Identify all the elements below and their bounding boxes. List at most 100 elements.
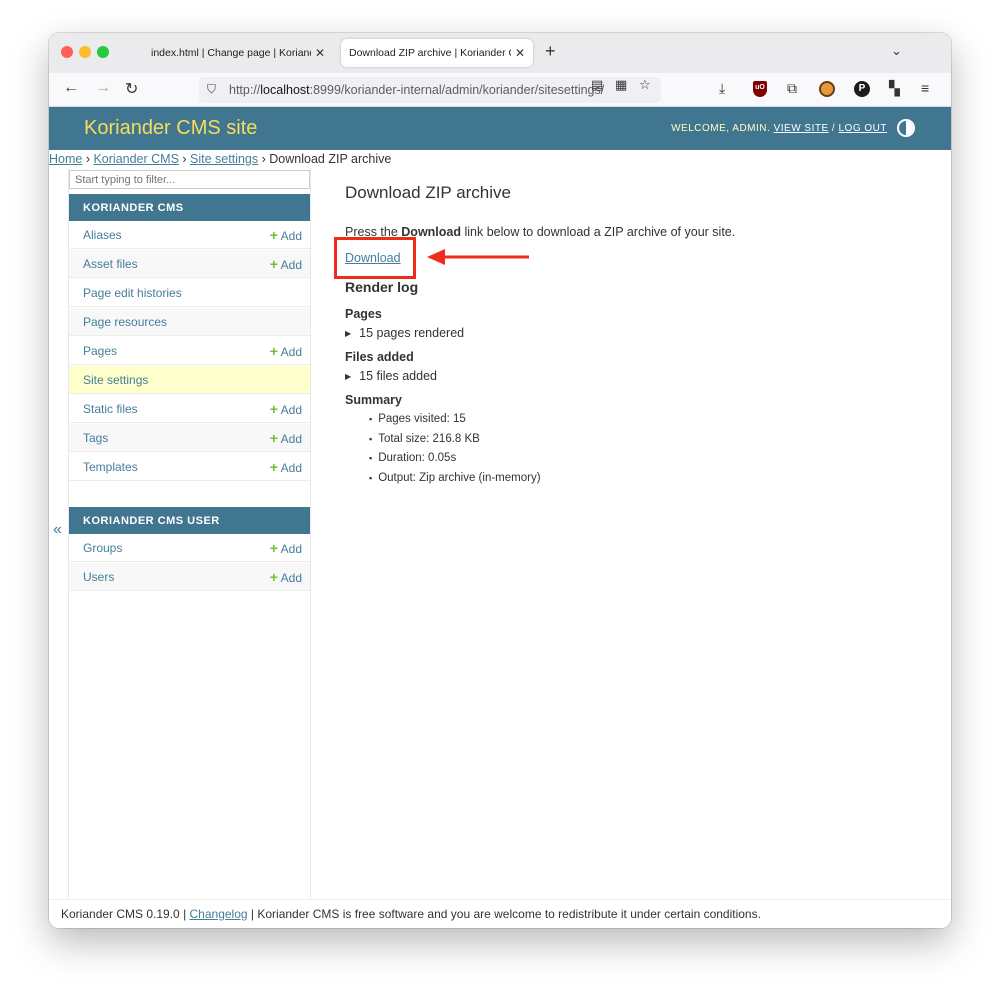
sidebar-item-label[interactable]: Groups — [83, 541, 122, 555]
add-users-button[interactable]: + Add — [270, 569, 302, 585]
tab-download-zip[interactable]: Download ZIP archive | Koriander CMS ✕ — [341, 39, 533, 67]
toggle-sidebar-button[interactable]: « — [53, 521, 62, 539]
url-prefix: http:// — [229, 83, 261, 97]
sidebar-item-tags[interactable]: Tags + Add — [69, 424, 310, 452]
sidebar-item-groups[interactable]: Groups + Add — [69, 534, 310, 562]
pages-details-toggle[interactable]: ▶ 15 pages rendered — [345, 326, 464, 340]
footer: Koriander CMS 0.19.0 | Changelog | Koria… — [49, 899, 951, 928]
ublock-origin-icon[interactable]: uO — [753, 81, 767, 97]
sidebar-item-templates[interactable]: Templates + Add — [69, 453, 310, 481]
breadcrumb-app[interactable]: Koriander CMS — [93, 152, 178, 166]
sidebar-item-static-files[interactable]: Static files + Add — [69, 395, 310, 423]
breadcrumb: Home › Koriander CMS › Site settings › D… — [49, 152, 392, 166]
site-title[interactable]: Koriander CMS site — [84, 117, 257, 140]
nav-sidebar: KORIANDER CMS Aliases + Add Asset files … — [68, 168, 311, 899]
list-item: Duration: 0.05s — [369, 452, 541, 472]
sidebar-item-label[interactable]: Users — [83, 570, 114, 584]
apps-grid-icon[interactable]: ▚ — [889, 80, 900, 97]
plus-icon: + — [269, 540, 278, 556]
breadcrumb-home[interactable]: Home — [49, 152, 82, 166]
plus-icon: + — [269, 430, 278, 446]
sidebar-item-label[interactable]: Aliases — [83, 228, 122, 242]
theme-toggle-icon[interactable] — [897, 119, 915, 137]
extension-grid-icon[interactable]: ▦ — [615, 77, 627, 93]
hamburger-menu-icon[interactable]: ≡ — [921, 80, 929, 96]
sidebar-item-aliases[interactable]: Aliases + Add — [69, 221, 310, 249]
list-item: Pages visited: 15 — [369, 413, 541, 433]
view-site-link[interactable]: VIEW SITE — [774, 123, 829, 134]
sidebar-item-label[interactable]: Pages — [83, 344, 117, 358]
extensions-puzzle-icon[interactable]: ⧉ — [787, 80, 797, 97]
module-caption-koriander-cms[interactable]: KORIANDER CMS — [69, 194, 310, 221]
sidebar-item-site-settings[interactable]: Site settings — [69, 366, 310, 394]
sidebar-item-label[interactable]: Asset files — [83, 257, 138, 271]
url-host: localhost — [260, 83, 310, 97]
tab-title: Download ZIP archive | Koriander CMS — [349, 47, 511, 59]
sidebar-item-label[interactable]: Page edit histories — [83, 286, 182, 300]
changelog-link[interactable]: Changelog — [190, 907, 248, 921]
add-asset-files-button[interactable]: + Add — [270, 256, 302, 272]
sidebar-item-page-edit-histories[interactable]: Page edit histories — [69, 279, 310, 307]
sidebar-filter-input[interactable] — [69, 170, 310, 189]
url-path: :8999/koriander-internal/admin/koriander… — [309, 83, 605, 97]
reload-icon[interactable]: ↻ — [125, 79, 138, 99]
summary-heading: Summary — [345, 393, 402, 407]
sidebar-item-users[interactable]: Users + Add — [69, 563, 310, 591]
add-templates-button[interactable]: + Add — [270, 459, 302, 475]
sidebar-item-asset-files[interactable]: Asset files + Add — [69, 250, 310, 278]
user-tools: WELCOME, ADMIN. VIEW SITE / LOG OUT — [671, 123, 887, 134]
add-tags-button[interactable]: + Add — [270, 430, 302, 446]
close-tab-icon[interactable]: ✕ — [315, 46, 325, 60]
plus-icon: + — [269, 256, 278, 272]
admin-header: Koriander CMS site WELCOME, ADMIN. VIEW … — [49, 107, 951, 150]
navigation-toolbar: ← → ↻ ⛉ http://localhost:8999/koriander-… — [49, 73, 951, 107]
minimize-window-button[interactable] — [79, 46, 91, 58]
download-link[interactable]: Download — [345, 251, 401, 265]
close-tab-icon[interactable]: ✕ — [515, 46, 525, 60]
new-tab-button[interactable]: + — [545, 41, 556, 62]
bookmark-star-icon[interactable]: ☆ — [639, 77, 651, 93]
render-log-heading: Render log — [345, 279, 419, 295]
back-arrow-icon[interactable]: ← — [63, 79, 79, 97]
plus-icon: + — [269, 459, 278, 475]
tab-index-change-page[interactable]: index.html | Change page | Koriander CMS… — [143, 39, 333, 67]
add-static-files-button[interactable]: + Add — [270, 401, 302, 417]
summary-list: Pages visited: 15 Total size: 216.8 KB D… — [369, 413, 541, 491]
highlight-arrow — [427, 249, 529, 265]
sidebar-item-page-resources[interactable]: Page resources — [69, 308, 310, 336]
log-out-link[interactable]: LOG OUT — [838, 123, 887, 134]
pocket-icon[interactable]: P — [854, 81, 870, 97]
page-title: Download ZIP archive — [345, 183, 511, 202]
files-details-toggle[interactable]: ▶ 15 files added — [345, 369, 437, 383]
forward-arrow-icon[interactable]: → — [95, 79, 111, 97]
reader-view-icon[interactable]: ▤ — [591, 77, 603, 93]
list-item: Total size: 216.8 KB — [369, 433, 541, 453]
tracking-shield-icon[interactable]: ⛉ — [207, 82, 216, 97]
sidebar-item-label[interactable]: Site settings — [83, 373, 148, 387]
tab-list-chevron-icon[interactable]: ⌄ — [891, 43, 902, 59]
sidebar-item-label[interactable]: Tags — [83, 431, 108, 445]
close-window-button[interactable] — [61, 46, 73, 58]
add-groups-button[interactable]: + Add — [270, 540, 302, 556]
module-caption-koriander-cms-user[interactable]: KORIANDER CMS USER — [69, 507, 310, 534]
maximize-window-button[interactable] — [97, 46, 109, 58]
sidebar-item-pages[interactable]: Pages + Add — [69, 337, 310, 365]
plus-icon: + — [269, 343, 278, 359]
tab-strip: index.html | Change page | Koriander CMS… — [49, 33, 951, 73]
plus-icon: + — [269, 227, 278, 243]
tampermonkey-icon[interactable] — [819, 81, 835, 97]
downloads-icon[interactable]: ⤓ — [719, 80, 725, 97]
add-aliases-button[interactable]: + Add — [270, 227, 302, 243]
sidebar-item-label[interactable]: Static files — [83, 402, 138, 416]
username: ADMIN — [732, 123, 768, 134]
files-added-heading: Files added — [345, 350, 414, 364]
breadcrumb-current: Download ZIP archive — [269, 152, 392, 166]
disclosure-triangle-icon: ▶ — [345, 372, 352, 381]
sidebar-item-label[interactable]: Page resources — [83, 315, 167, 329]
add-pages-button[interactable]: + Add — [270, 343, 302, 359]
disclosure-triangle-icon: ▶ — [345, 329, 352, 338]
tab-title: index.html | Change page | Koriander CMS — [151, 47, 311, 59]
pages-heading: Pages — [345, 307, 382, 321]
breadcrumb-model[interactable]: Site settings — [190, 152, 258, 166]
sidebar-item-label[interactable]: Templates — [83, 460, 138, 474]
